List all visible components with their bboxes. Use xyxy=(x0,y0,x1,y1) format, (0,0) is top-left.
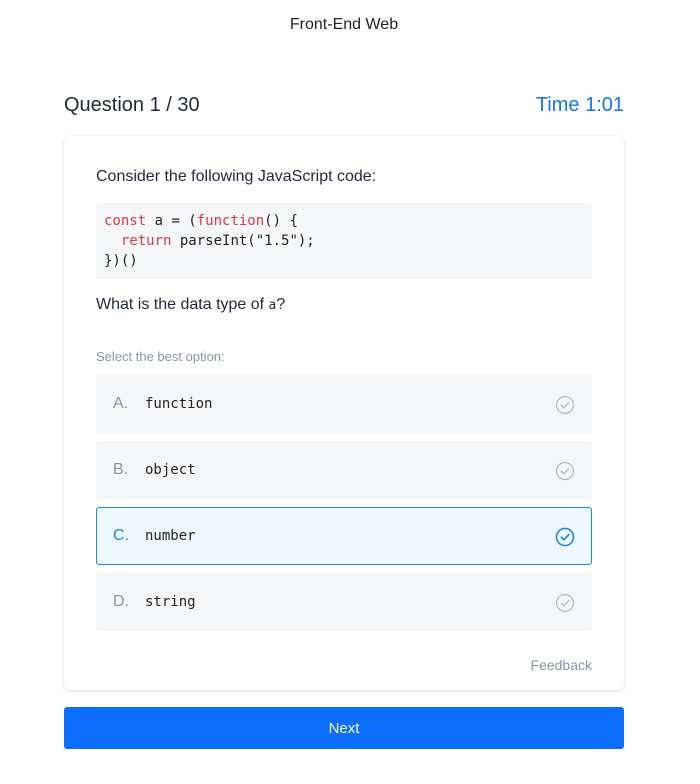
option-letter: C. xyxy=(113,527,129,544)
app-title: Front-End Web xyxy=(289,16,399,33)
code-keyword: function xyxy=(196,213,265,229)
select-label: Select the best option: xyxy=(96,349,225,364)
option-c[interactable]: C. number xyxy=(96,507,592,565)
code-keyword: return xyxy=(120,233,172,249)
code-text: parseInt("1.5"); xyxy=(171,233,315,249)
timer: Time 1:01 xyxy=(535,94,624,116)
next-button[interactable]: Next xyxy=(64,707,624,749)
option-text: function xyxy=(145,396,213,412)
feedback-link[interactable]: Feedback xyxy=(531,657,592,673)
options-list: A. function B. object C. number D. strin… xyxy=(96,375,592,639)
code-text: () { xyxy=(264,213,298,229)
option-b[interactable]: B. object xyxy=(96,441,592,499)
option-letter: D. xyxy=(113,593,129,610)
option-letter: A. xyxy=(113,395,129,412)
question-card: Consider the following JavaScript code: … xyxy=(64,136,624,690)
code-text: })() xyxy=(104,253,138,269)
question-text-before: What is the data type of xyxy=(96,296,269,313)
option-letter: B. xyxy=(113,461,129,478)
check-circle-icon xyxy=(555,527,575,547)
question-prompt: Consider the following JavaScript code: xyxy=(96,168,377,185)
question-text: What is the data type of a? xyxy=(96,296,285,314)
option-a[interactable]: A. function xyxy=(96,375,592,433)
code-block: const a = (function() { return parseInt(… xyxy=(96,203,592,279)
check-circle-icon xyxy=(555,461,575,481)
check-circle-icon xyxy=(555,395,575,415)
quiz-page: Front-End Web Question 1 / 30 Time 1:01 … xyxy=(0,0,700,784)
option-d[interactable]: D. string xyxy=(96,573,592,631)
option-text: number xyxy=(145,528,196,544)
question-counter: Question 1 / 30 xyxy=(64,94,200,116)
code-keyword: const xyxy=(104,213,147,229)
question-text-after: ? xyxy=(276,296,286,313)
quiz-header: Question 1 / 30 Time 1:01 xyxy=(64,94,624,117)
check-circle-icon xyxy=(555,593,575,613)
code-text: a = ( xyxy=(146,213,197,229)
option-text: string xyxy=(145,594,196,610)
option-text: object xyxy=(145,462,196,478)
